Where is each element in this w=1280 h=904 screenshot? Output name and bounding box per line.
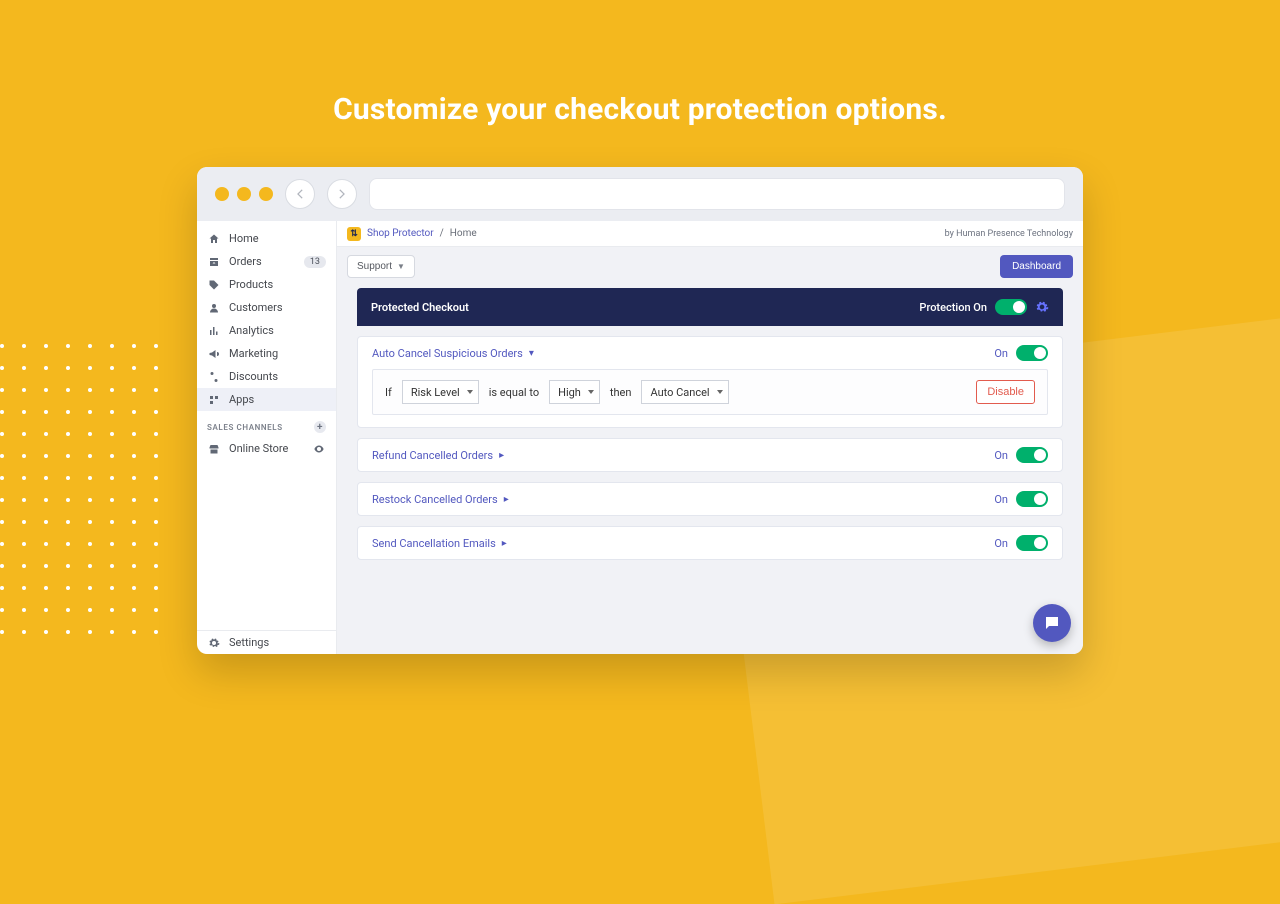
marketing-headline: Customize your checkout protection optio… [0,92,1280,127]
sidebar-label: Online Store [229,442,288,455]
rule-action-select[interactable]: Auto Cancel [641,380,728,404]
card-toggle-switch[interactable] [1016,535,1048,551]
rule-if: If [385,386,392,399]
sidebar-label: Customers [229,301,283,314]
rule-card-refund: Refund Cancelled Orders ▸ On [357,438,1063,472]
sidebar-item-marketing[interactable]: Marketing [197,342,336,365]
add-channel-button[interactable]: + [314,421,326,433]
sidebar-label: Home [229,232,259,245]
sidebar-item-home[interactable]: Home [197,227,336,250]
sidebar-item-products[interactable]: Products [197,273,336,296]
card-toggle[interactable]: Refund Cancelled Orders ▸ [372,449,504,462]
gear-icon [207,637,221,649]
sidebar-item-online-store[interactable]: Online Store [197,437,336,460]
sidebar-item-analytics[interactable]: Analytics [197,319,336,342]
nav-forward-button[interactable] [327,179,357,209]
home-icon [207,233,221,245]
support-dropdown[interactable]: Support▼ [347,255,415,278]
visibility-icon[interactable] [312,443,326,455]
rule-card-auto-cancel: Auto Cancel Suspicious Orders ▾ On If Ri… [357,336,1063,428]
store-icon [207,443,221,455]
card-toggle-switch[interactable] [1016,345,1048,361]
card-toggle-switch[interactable] [1016,491,1048,507]
rule-then: then [610,386,632,399]
card-state-label: On [994,493,1008,506]
card-toggle[interactable]: Auto Cancel Suspicious Orders ▾ [372,347,534,360]
sidebar: Home Orders 13 Products Customers [197,221,337,654]
help-fab[interactable] [1033,604,1071,642]
orders-count-badge: 13 [304,256,326,268]
sidebar-label: Discounts [229,370,278,383]
sidebar-label: Orders [229,255,262,268]
sidebar-item-settings[interactable]: Settings [197,630,336,654]
card-state-label: On [994,347,1008,360]
browser-bar [197,167,1083,221]
app-window: Home Orders 13 Products Customers [197,167,1083,654]
chevron-right-icon: ▸ [504,494,509,505]
sidebar-label: Analytics [229,324,274,337]
user-icon [207,302,221,314]
protection-label: Protection On [919,301,987,314]
chevron-right-icon: ▸ [499,450,504,461]
rule-card-restock: Restock Cancelled Orders ▸ On [357,482,1063,516]
decorative-dots [0,344,158,634]
card-toggle-switch[interactable] [1016,447,1048,463]
main-area: ⇅ Shop Protector / Home by Human Presenc… [337,221,1083,654]
rule-card-emails: Send Cancellation Emails ▸ On [357,526,1063,560]
dashboard-button[interactable]: Dashboard [1000,255,1073,278]
nav-back-button[interactable] [285,179,315,209]
rule-row: If Risk Level is equal to High then Auto… [372,369,1048,415]
rule-field-select[interactable]: Risk Level [402,380,479,404]
sidebar-item-customers[interactable]: Customers [197,296,336,319]
percent-icon [207,371,221,383]
chart-icon [207,325,221,337]
card-state-label: On [994,449,1008,462]
orders-icon [207,256,221,268]
panel-header: Protected Checkout Protection On [357,288,1063,326]
breadcrumb-page: Home [450,228,477,239]
card-toggle[interactable]: Send Cancellation Emails ▸ [372,537,507,550]
rule-value-select[interactable]: High [549,380,600,404]
megaphone-icon [207,348,221,360]
sidebar-label: Settings [229,636,269,649]
protection-toggle[interactable] [995,299,1027,315]
breadcrumb-app[interactable]: Shop Protector [367,228,434,239]
url-bar[interactable] [369,178,1065,210]
tag-icon [207,279,221,291]
panel-settings-icon[interactable] [1035,300,1049,314]
apps-icon [207,394,221,406]
rule-op: is equal to [489,386,539,399]
sidebar-item-discounts[interactable]: Discounts [197,365,336,388]
sidebar-label: Products [229,278,273,291]
panel-title: Protected Checkout [371,301,469,314]
card-state-label: On [994,537,1008,550]
app-byline: by Human Presence Technology [945,229,1073,239]
chevron-right-icon: ▸ [502,538,507,549]
chevron-down-icon: ▾ [529,348,534,359]
sidebar-label: Marketing [229,347,278,360]
sales-channels-heading: SALES CHANNELS + [197,411,336,437]
sidebar-label: Apps [229,393,254,406]
toolbar: Support▼ Dashboard [337,247,1083,282]
card-toggle[interactable]: Restock Cancelled Orders ▸ [372,493,509,506]
app-logo-icon: ⇅ [347,227,361,241]
traffic-lights [215,187,273,201]
breadcrumb: ⇅ Shop Protector / Home by Human Presenc… [337,221,1083,247]
sidebar-item-apps[interactable]: Apps [197,388,336,411]
disable-rule-button[interactable]: Disable [976,380,1035,404]
sidebar-item-orders[interactable]: Orders 13 [197,250,336,273]
